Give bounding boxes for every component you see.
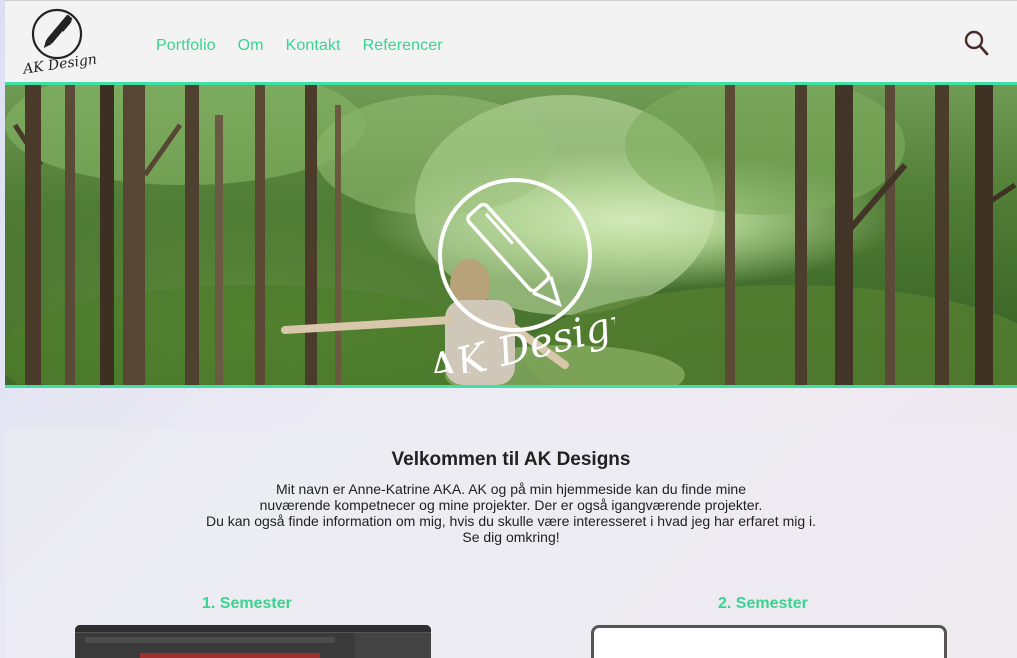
welcome-line: Se dig omkring! bbox=[462, 529, 560, 545]
hero-banner: AK Designs bbox=[5, 85, 1017, 385]
semester-2-title[interactable]: 2. Semester bbox=[718, 595, 808, 613]
nav-item-referencer[interactable]: Referencer bbox=[363, 37, 443, 55]
nav-item-om[interactable]: Om bbox=[238, 37, 264, 55]
logo-text: AK Designs bbox=[20, 50, 97, 77]
logo-icon[interactable]: AK Designs bbox=[19, 7, 97, 77]
thumbnail-canvas bbox=[140, 653, 320, 658]
hero-bottom-divider bbox=[5, 385, 1017, 388]
semester-1-title[interactable]: 1. Semester bbox=[202, 595, 292, 613]
hero-logo-text: AK Designs bbox=[420, 293, 615, 373]
thumbnail-menubar bbox=[75, 625, 431, 633]
welcome-line: Du kan også finde information om mig, hv… bbox=[205, 513, 817, 529]
thumbnail-panel bbox=[355, 633, 431, 658]
hero-logo-icon: AK Designs bbox=[420, 178, 615, 373]
semester-1-thumbnail[interactable] bbox=[75, 625, 431, 658]
welcome-line: nuværende kompetnecer og mine projekter.… bbox=[259, 497, 763, 513]
welcome-text: Mit navn er Anne-Katrine AKA. AK og på m… bbox=[5, 481, 1017, 545]
site-header: AK Designs Portfolio Om Kontakt Referenc… bbox=[5, 0, 1017, 82]
welcome-line: Mit navn er Anne-Katrine AKA. AK og på m… bbox=[275, 481, 747, 497]
semester-2-thumbnail[interactable] bbox=[591, 625, 947, 658]
welcome-title: Velkommen til AK Designs bbox=[391, 449, 631, 470]
search-icon[interactable] bbox=[963, 29, 989, 57]
thumbnail-toolbar bbox=[85, 637, 335, 643]
welcome-section: Velkommen til AK Designs Mit navn er Ann… bbox=[5, 428, 1017, 658]
nav-item-portfolio[interactable]: Portfolio bbox=[156, 37, 216, 55]
nav-item-kontakt[interactable]: Kontakt bbox=[286, 37, 341, 55]
main-nav: Portfolio Om Kontakt Referencer bbox=[156, 37, 465, 55]
